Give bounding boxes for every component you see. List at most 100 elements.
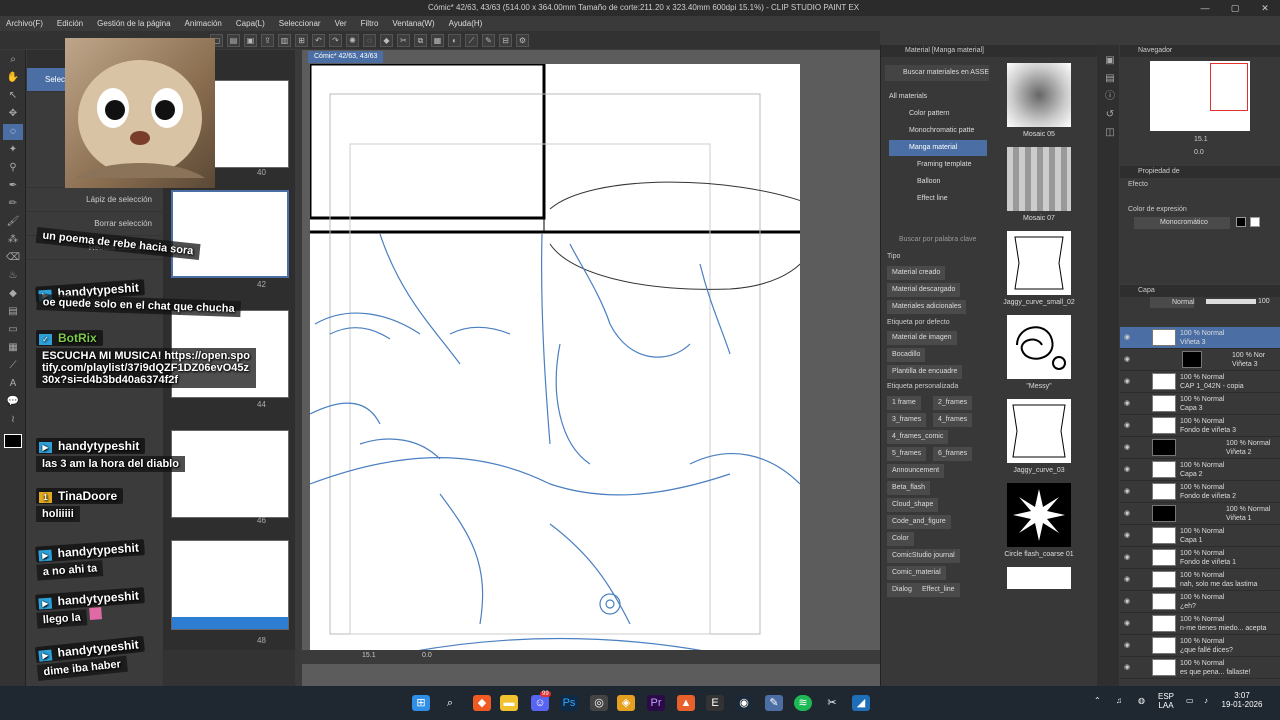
brush-tool-icon[interactable]: 🖌 [3, 214, 23, 230]
material-thumbnail[interactable] [1007, 483, 1071, 547]
tag-3-frames[interactable]: 3_frames [887, 413, 927, 427]
text-tool-icon[interactable]: A [3, 376, 23, 392]
mic-icon[interactable]: ♫ [1116, 696, 1122, 705]
tag-color[interactable]: Color [887, 532, 914, 546]
layer-row[interactable]: ◉ 100 % Normal Fondo de viñeta 3 [1120, 415, 1280, 437]
page-icon[interactable]: ▥ [278, 33, 291, 47]
tree-framing-template[interactable]: Framing template [889, 157, 987, 173]
layer-row[interactable]: ◉ 100 % Normal Fondo de viñeta 1 [1120, 547, 1280, 569]
loading-icon[interactable]: ✺ [346, 33, 359, 47]
copy-icon[interactable]: ⧉ [414, 33, 427, 47]
undo-icon[interactable]: ↶ [312, 33, 325, 47]
chevron-up-icon[interactable]: ⌃ [1094, 696, 1101, 705]
eraser-tool-icon[interactable]: ⌫ [3, 250, 23, 266]
layer-property-icon[interactable]: ◫ [1100, 125, 1120, 141]
tag-4-frames[interactable]: 4_frames [933, 413, 973, 427]
tag-material-creado[interactable]: Material creado [887, 266, 946, 280]
keyword-search-input[interactable]: Buscar por palabra clave [885, 233, 985, 247]
discord-icon[interactable]: ☺ [531, 695, 549, 711]
layer-row[interactable]: ◉ 100 % Nor Viñeta 3 [1120, 349, 1280, 371]
balloon-tool-icon[interactable]: 💬 [3, 394, 23, 410]
layer-row[interactable]: ◉ 100 % Normal n-me tienes miedo... acepta [1120, 613, 1280, 635]
menu-ventana[interactable]: Ventana(W) [392, 19, 434, 28]
blend-tool-icon[interactable]: ♨ [3, 268, 23, 284]
menu-capa[interactable]: Capa(L) [236, 19, 265, 28]
tag-2-frames[interactable]: 2_frames [933, 396, 973, 410]
black-swatch[interactable] [1236, 217, 1246, 227]
material-thumbnail[interactable] [1007, 315, 1071, 379]
wand-tool-icon[interactable]: ✦ [3, 142, 23, 158]
pencil-tool-icon[interactable]: ✏ [3, 196, 23, 212]
tag-dialog[interactable]: Dialog [887, 583, 917, 597]
canvas-zoom-value[interactable]: 15.1 [362, 652, 376, 659]
material-thumbnail[interactable] [1007, 399, 1071, 463]
headset-icon[interactable]: ◍ [1138, 696, 1145, 705]
navigator-viewport[interactable] [1210, 63, 1248, 111]
layer-row[interactable]: ◉ 100 % Normal Capa 1 [1120, 525, 1280, 547]
menu-filtro[interactable]: Filtro [361, 19, 379, 28]
eye-icon[interactable]: ◉ [1124, 663, 1130, 671]
lasso-tool-icon[interactable]: ◌ [3, 124, 23, 140]
cut-icon[interactable]: ✂ [397, 33, 410, 47]
expression-color-select[interactable]: Monocromático [1134, 217, 1230, 229]
tag-cloud-shape[interactable]: Cloud_shape [887, 498, 939, 512]
volume-icon[interactable]: ♪ [1204, 696, 1208, 705]
correct-line-tool-icon[interactable]: ≀ [3, 412, 23, 428]
layer-row[interactable]: ◉ 100 % Normal ¿que fallé dices? [1120, 635, 1280, 657]
eye-icon[interactable]: ◉ [1124, 641, 1130, 649]
menu-seleccionar[interactable]: Seleccionar [279, 19, 321, 28]
spotify-icon[interactable]: ≋ [794, 695, 812, 711]
eye-icon[interactable]: ◉ [1124, 597, 1130, 605]
material-thumbnail[interactable] [1007, 63, 1071, 127]
tree-manga-material[interactable]: Manga material [889, 140, 987, 156]
steam-icon[interactable]: ◉ [735, 695, 753, 711]
layer-row[interactable]: ◉ 100 % Normal es que pena... fallaste! [1120, 657, 1280, 679]
ruler-snap-icon[interactable]: ⟋ [465, 33, 478, 47]
figure-tool-icon[interactable]: ▭ [3, 322, 23, 338]
eye-icon[interactable]: ◉ [1124, 377, 1130, 385]
tree-balloon[interactable]: Balloon [889, 174, 987, 190]
maximize-icon[interactable]: ▢ [1220, 0, 1250, 16]
redo-icon[interactable]: ↷ [329, 33, 342, 47]
info-panel-icon[interactable]: ⓘ [1100, 89, 1120, 105]
search-icon[interactable]: ⌕ [441, 695, 459, 711]
zoom-tool-icon[interactable]: ⌕ [3, 52, 23, 68]
minimize-icon[interactable]: — [1190, 0, 1220, 16]
menu-ayuda[interactable]: Ayuda(H) [449, 19, 483, 28]
clock[interactable]: 3:07 19-01-2026 [1218, 691, 1266, 709]
layer-row[interactable]: ◉ 100 % Normal Viñeta 3 [1120, 327, 1280, 349]
paint-app-icon[interactable]: ◈ [617, 695, 635, 711]
ruler-tool-icon[interactable]: ⟋ [3, 358, 23, 374]
clip-studio-icon[interactable]: ✎ [765, 695, 783, 711]
eye-icon[interactable]: ◉ [1124, 487, 1130, 495]
white-swatch[interactable] [1250, 217, 1260, 227]
subview-panel-icon[interactable]: ▤ [1100, 71, 1120, 87]
navigator-zoom[interactable]: 15.1 [1194, 136, 1208, 143]
tag-material-descargado[interactable]: Material descargado [887, 283, 961, 297]
menu-edicion[interactable]: Edición [57, 19, 83, 28]
opacity-value[interactable]: 100 [1258, 298, 1270, 305]
paste-icon[interactable]: ▦ [431, 33, 444, 47]
opacity-slider[interactable] [1206, 299, 1256, 304]
page-add-icon[interactable]: ⊞ [295, 33, 308, 47]
premiere-icon[interactable]: Pr [647, 695, 665, 711]
eye-icon[interactable]: ◉ [1124, 333, 1130, 341]
menu-ver[interactable]: Ver [335, 19, 347, 28]
material-thumbnail[interactable] [1007, 231, 1071, 295]
save-icon[interactable]: ▣ [244, 33, 257, 47]
app-icon[interactable]: ◢ [852, 695, 870, 711]
settings-icon[interactable]: ⚙ [516, 33, 529, 47]
navigator-panel-icon[interactable]: ▣ [1100, 53, 1120, 69]
tag-announcement[interactable]: Announcement [887, 464, 945, 478]
tag-material-imagen[interactable]: Material de imagen [887, 331, 957, 345]
canvas-tab[interactable]: Cómic* 42/63, 43/63 [308, 51, 384, 63]
deselect-icon[interactable]: ◌ [363, 33, 376, 47]
layer-row[interactable]: ◉ 100 % Normal Viñeta 1 [1120, 503, 1280, 525]
canvas-page[interactable] [310, 64, 800, 652]
navigator-preview[interactable] [1150, 61, 1250, 131]
subtool-lapiz-seleccion[interactable]: Lápiz de selección [27, 188, 162, 212]
tree-effect-line[interactable]: Effect line [889, 191, 987, 207]
history-panel-icon[interactable]: ↺ [1100, 107, 1120, 123]
eye-icon[interactable]: ◉ [1124, 575, 1130, 583]
eye-icon[interactable]: ◉ [1124, 421, 1130, 429]
